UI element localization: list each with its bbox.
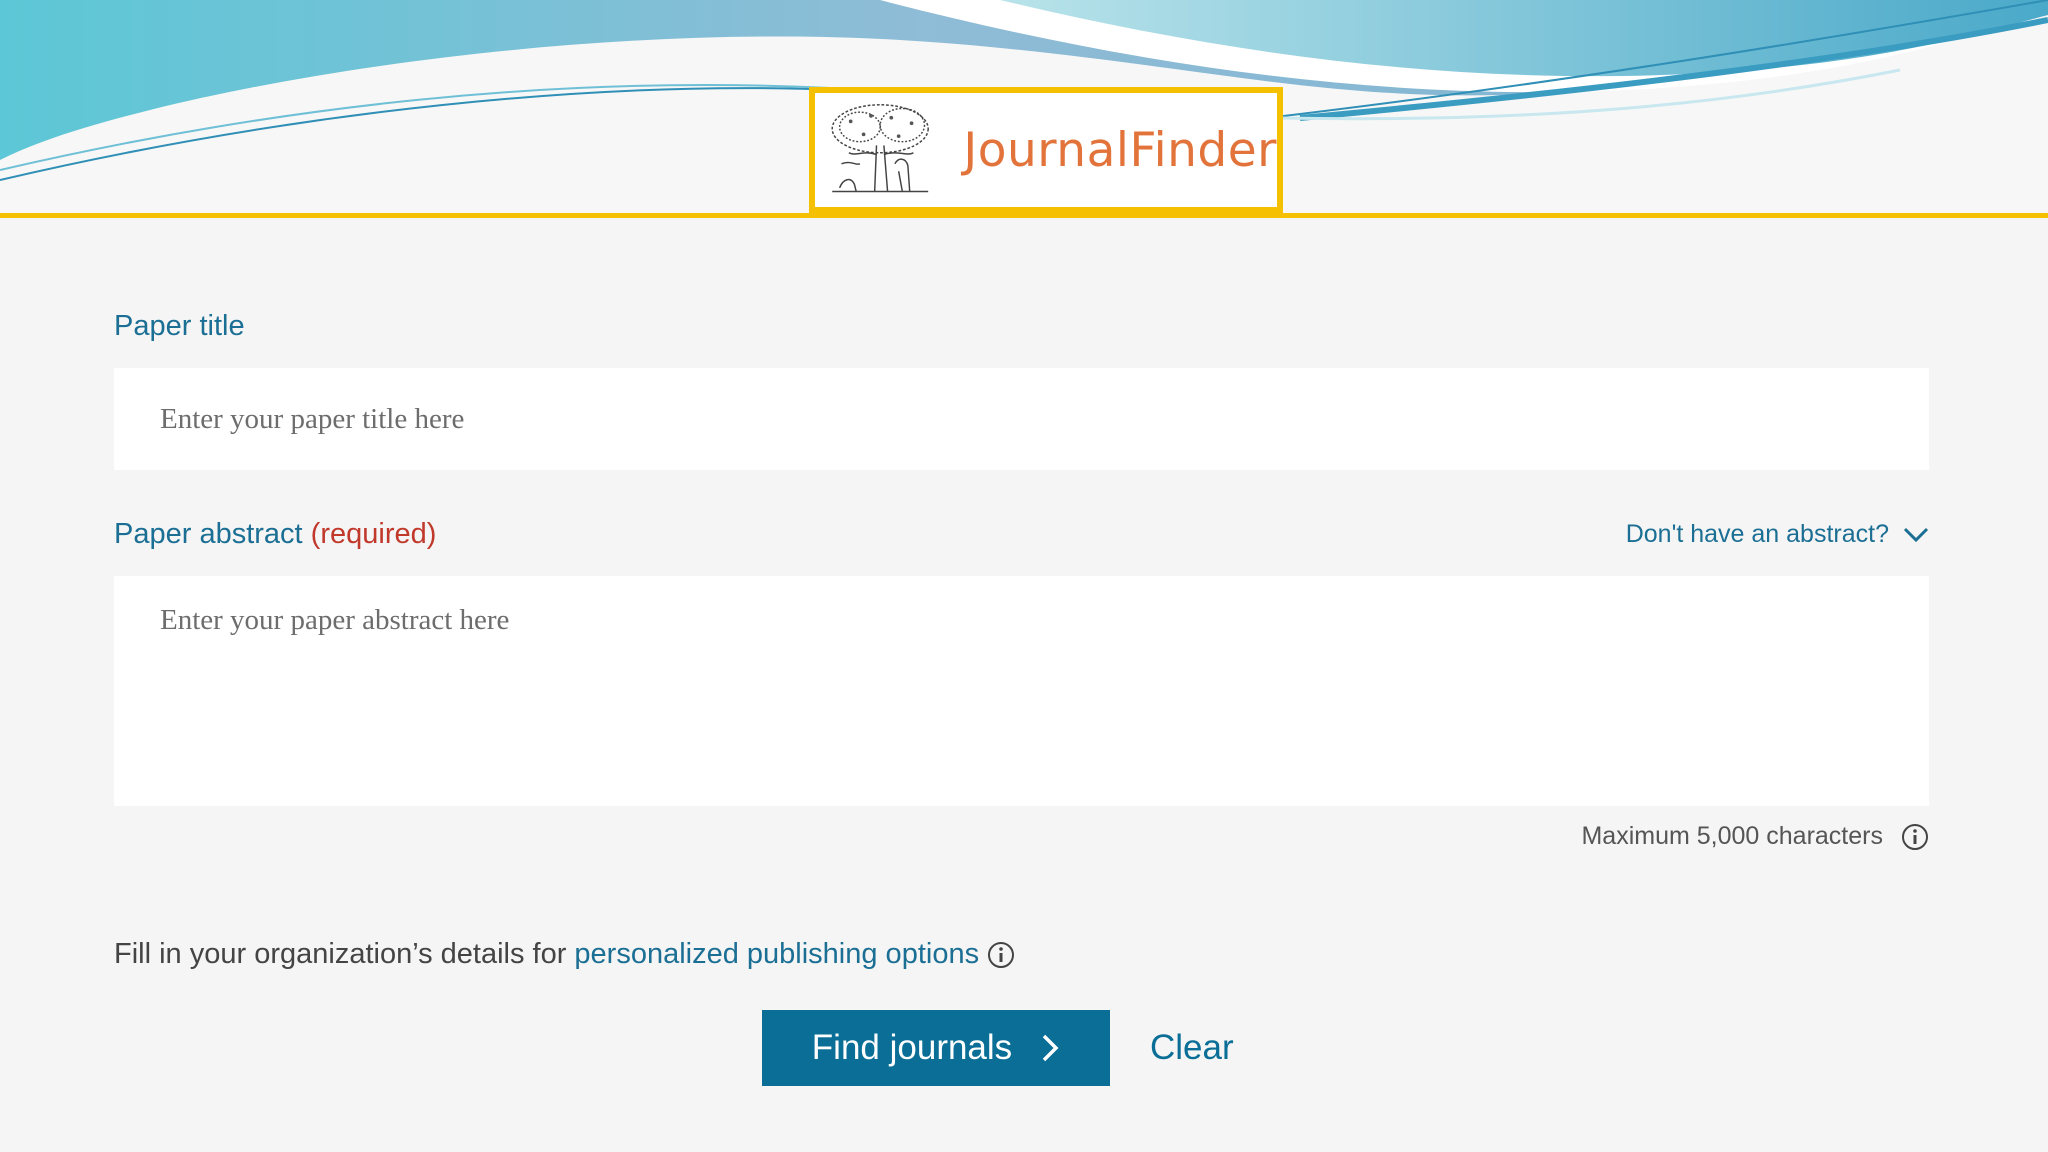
page: JournalFinder Paper title Paper abstract…	[0, 0, 2048, 1152]
paper-title-input[interactable]	[114, 368, 1929, 470]
organization-prefix: Fill in your organization’s details for	[114, 938, 567, 970]
personalized-options-link[interactable]: personalized publishing options	[574, 938, 979, 971]
organization-prompt: Fill in your organization’s details for …	[114, 938, 1015, 971]
paper-abstract-label: Paper abstract (required)	[114, 518, 436, 551]
find-journals-label: Find journals	[811, 1028, 1013, 1067]
find-journals-button[interactable]: Find journals	[762, 1010, 1110, 1086]
paper-title-label: Paper title	[114, 310, 245, 342]
no-abstract-toggle-label: Don't have an abstract?	[1625, 520, 1889, 548]
info-icon[interactable]	[1901, 823, 1929, 851]
chevron-down-icon	[1903, 527, 1929, 542]
abstract-label-text: Paper abstract	[114, 518, 303, 550]
journalfinder-logo[interactable]: JournalFinder	[809, 87, 1283, 213]
logo-text: JournalFinder	[963, 122, 1277, 178]
tree-logo-icon	[831, 104, 929, 193]
max-characters-note: Maximum 5,000 characters	[1581, 822, 1929, 851]
info-icon[interactable]	[987, 941, 1015, 969]
clear-button[interactable]: Clear	[1150, 1010, 1234, 1086]
chevron-right-icon	[1042, 1034, 1059, 1062]
header-banner: JournalFinder	[0, 0, 2048, 218]
paper-abstract-input[interactable]	[114, 576, 1929, 806]
max-characters-text: Maximum 5,000 characters	[1581, 822, 1883, 850]
no-abstract-toggle[interactable]: Don't have an abstract?	[1626, 520, 1929, 549]
required-marker: (required)	[310, 518, 437, 550]
